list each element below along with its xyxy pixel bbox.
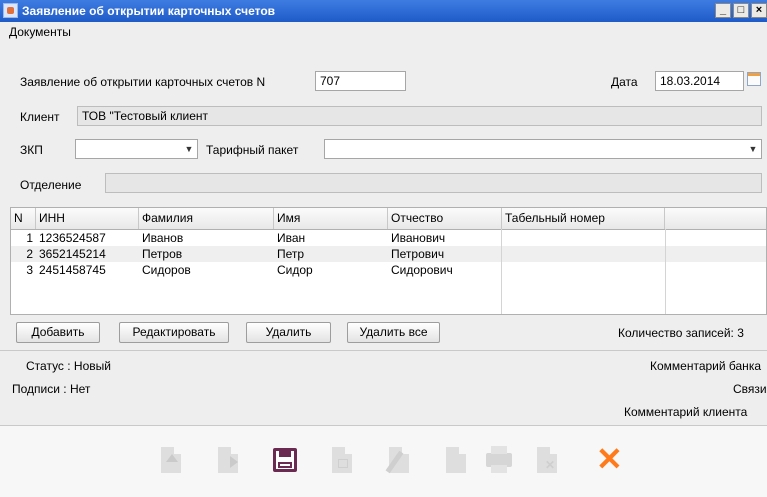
tariff-label: Тарифный пакет xyxy=(206,143,299,157)
links-link[interactable]: Связи xyxy=(733,382,767,396)
save-icon[interactable] xyxy=(269,444,301,478)
statement-form: Заявление об открытии карточных счетов N… xyxy=(0,42,767,202)
records-count: Количество записей: 3 xyxy=(618,326,744,340)
table-row[interactable]: 2 3652145214 Петров Петр Петрович xyxy=(11,246,766,262)
cell-inn: 1236524587 xyxy=(39,231,106,245)
copy-icon xyxy=(440,444,472,478)
table-row[interactable]: 1 1236524587 Иванов Иван Иванович xyxy=(11,230,766,246)
delete-doc-icon: ✕ xyxy=(531,444,563,478)
column-header-surname[interactable]: Фамилия xyxy=(139,208,274,229)
cell-surname: Сидоров xyxy=(142,263,191,277)
statement-number-label: Заявление об открытии карточных счетов N xyxy=(20,75,266,89)
column-divider xyxy=(501,229,502,314)
table-header: N ИНН Фамилия Имя Отчество Табельный ном… xyxy=(11,208,766,230)
column-header-name[interactable]: Имя xyxy=(274,208,388,229)
edit-button[interactable]: Редактировать xyxy=(119,322,229,343)
add-button[interactable]: Добавить xyxy=(16,322,100,343)
delete-button[interactable]: Удалить xyxy=(246,322,331,343)
calendar-icon[interactable] xyxy=(747,72,761,86)
column-header-n[interactable]: N xyxy=(11,208,36,229)
cell-n: 2 xyxy=(26,247,33,261)
window-controls: _ □ × xyxy=(715,3,767,18)
column-divider xyxy=(665,229,666,314)
title-bar[interactable]: Заявление об открытии карточных счетов _… xyxy=(0,0,767,22)
cell-n: 1 xyxy=(26,231,33,245)
menu-bar: Документы xyxy=(0,22,767,43)
cell-patronymic: Сидорович xyxy=(391,263,453,277)
branch-label: Отделение xyxy=(20,178,82,192)
cell-inn: 3652145214 xyxy=(39,247,106,261)
app-icon xyxy=(3,3,18,18)
cell-name: Петр xyxy=(277,247,305,261)
client-field: ТОВ "Тестовый клиент xyxy=(77,106,762,126)
client-comment-link[interactable]: Комментарий клиента xyxy=(624,405,747,419)
bank-comment-link[interactable]: Комментарий банка xyxy=(650,359,761,373)
cell-name: Сидор xyxy=(277,263,313,277)
export-icon xyxy=(212,444,244,478)
column-header-personnel-number[interactable]: Табельный номер xyxy=(502,208,665,229)
close-icon[interactable]: ✕ xyxy=(592,442,624,478)
import-icon xyxy=(155,444,187,478)
report-icon xyxy=(326,444,358,478)
chevron-down-icon[interactable]: ▼ xyxy=(745,140,761,158)
cell-patronymic: Петрович xyxy=(391,247,445,261)
application-window: Заявление об открытии карточных счетов _… xyxy=(0,0,767,497)
employees-table: N ИНН Фамилия Имя Отчество Табельный ном… xyxy=(10,207,767,315)
zkp-select[interactable]: ▼ xyxy=(75,139,198,159)
date-label: Дата xyxy=(611,75,638,89)
sign-icon xyxy=(383,444,415,478)
signatures-text: Подписи : Нет xyxy=(12,382,91,396)
maximize-button[interactable]: □ xyxy=(733,3,749,18)
cell-inn: 2451458745 xyxy=(39,263,106,277)
status-panel: Статус : Новый Подписи : Нет Комментарий… xyxy=(0,350,767,426)
cell-surname: Петров xyxy=(142,247,183,261)
minimize-button[interactable]: _ xyxy=(715,3,731,18)
date-field[interactable]: 18.03.2014 xyxy=(655,71,744,91)
chevron-down-icon[interactable]: ▼ xyxy=(181,140,197,158)
status-text: Статус : Новый xyxy=(26,359,111,373)
column-header-patronymic[interactable]: Отчество xyxy=(388,208,502,229)
cell-surname: Иванов xyxy=(142,231,184,245)
cell-personnel-number xyxy=(502,230,665,246)
tariff-select[interactable]: ▼ xyxy=(324,139,762,159)
statement-number-field[interactable]: 707 xyxy=(315,71,406,91)
client-label: Клиент xyxy=(20,110,60,124)
close-window-button[interactable]: × xyxy=(751,3,767,18)
cell-n: 3 xyxy=(26,263,33,277)
window-title: Заявление об открытии карточных счетов xyxy=(22,4,276,18)
zkp-label: ЗКП xyxy=(20,143,43,157)
toolbar: ✕ ✕ xyxy=(0,425,767,497)
delete-all-button[interactable]: Удалить все xyxy=(347,322,440,343)
table-row[interactable]: 3 2451458745 Сидоров Сидор Сидорович xyxy=(11,262,766,278)
branch-field xyxy=(105,173,762,193)
cell-patronymic: Иванович xyxy=(391,231,446,245)
cell-personnel-number xyxy=(502,246,665,262)
menu-documents[interactable]: Документы xyxy=(9,25,71,39)
cell-name: Иван xyxy=(277,231,306,245)
column-header-inn[interactable]: ИНН xyxy=(36,208,139,229)
print-icon xyxy=(483,444,515,478)
cell-personnel-number xyxy=(502,262,665,278)
